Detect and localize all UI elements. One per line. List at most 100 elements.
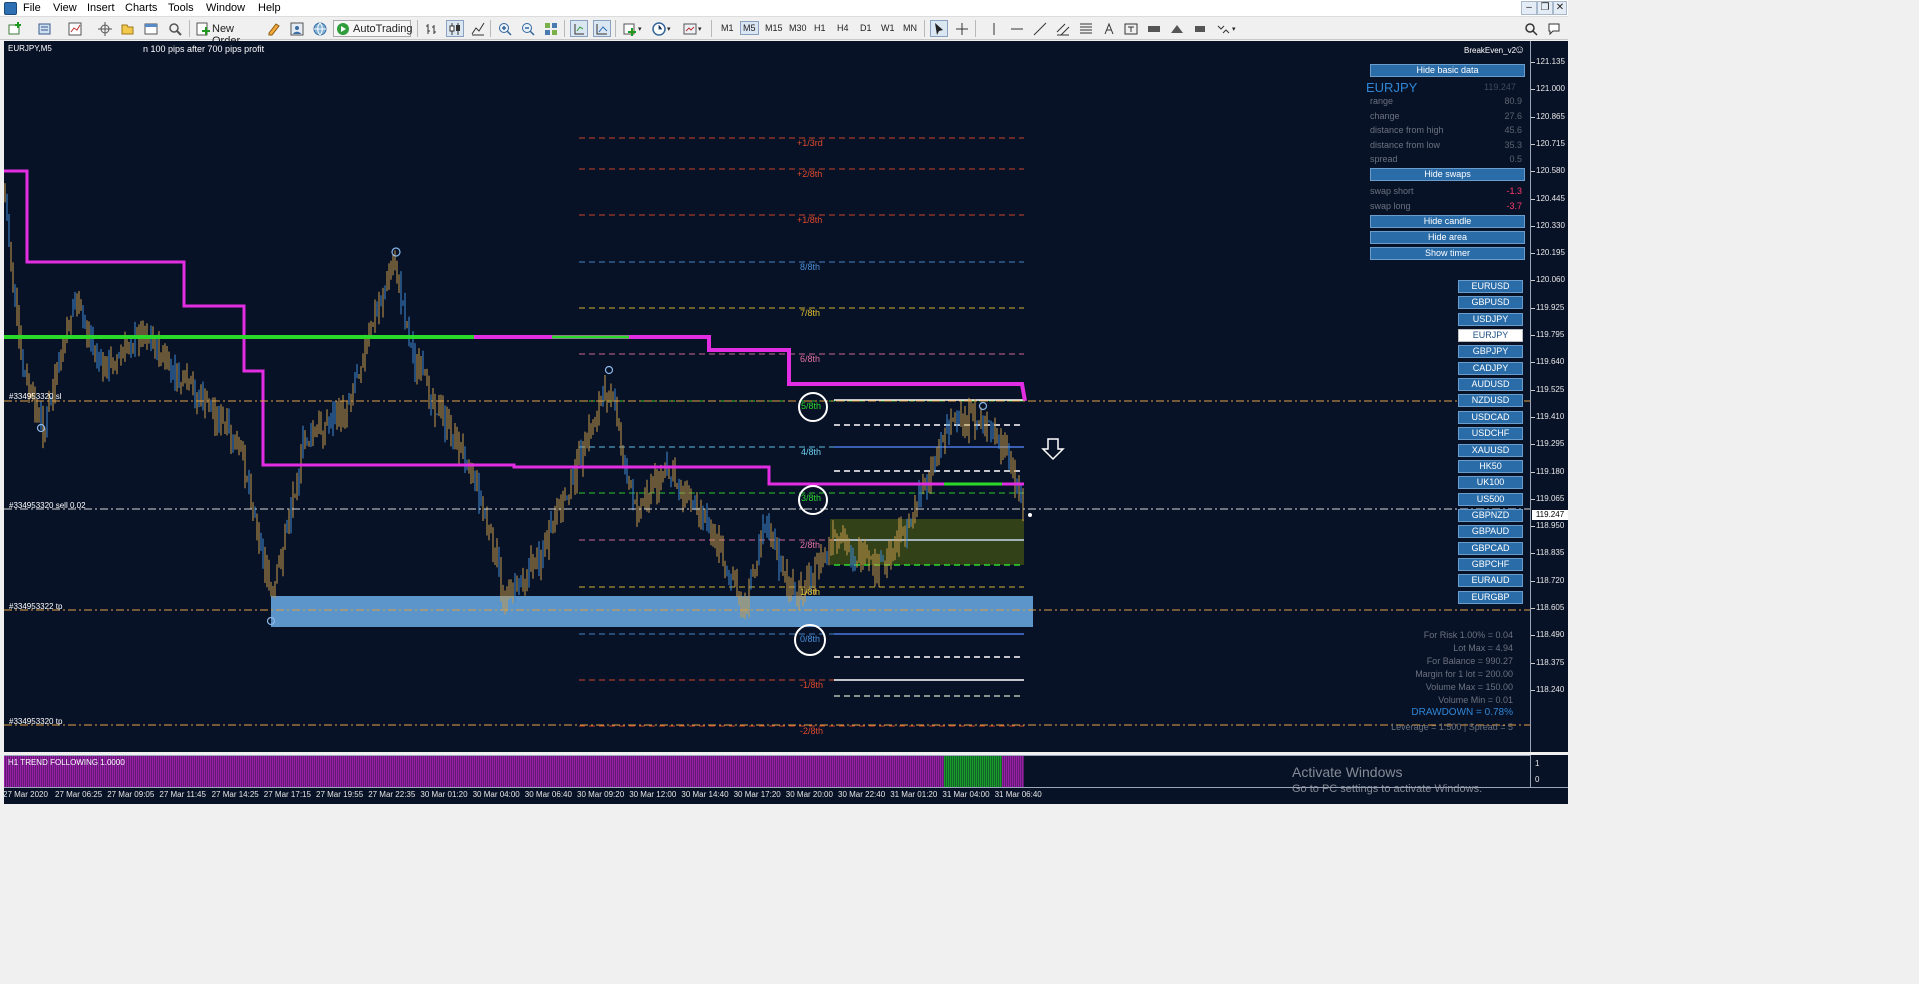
indicator-bar (964, 756, 966, 787)
autoscroll-icon[interactable] (593, 20, 611, 37)
horizontal-line-icon[interactable] (1008, 20, 1026, 37)
text-label-icon[interactable] (1122, 20, 1140, 37)
indicator-bar (998, 756, 1000, 787)
timeframe-d1[interactable]: D1 (857, 21, 875, 35)
strategy-tester-icon[interactable] (166, 20, 184, 37)
menu-help[interactable]: Help (258, 2, 281, 14)
indicator-bar (330, 756, 332, 787)
pair-button-usdjpy[interactable]: USDJPY (1458, 312, 1523, 326)
chart-shift-icon[interactable] (570, 20, 588, 37)
pair-button-xauusd[interactable]: XAUUSD (1458, 443, 1523, 457)
restore-icon[interactable]: ❐ (1537, 1, 1553, 15)
info-value: 27.6 (1504, 110, 1522, 121)
zoom-in-icon[interactable] (496, 20, 514, 37)
pair-button-usdchf[interactable]: USDCHF (1458, 427, 1523, 441)
show-timer-button[interactable]: Show timer (1370, 247, 1525, 260)
menu-file[interactable]: File (23, 2, 41, 14)
crosshair-icon[interactable] (953, 20, 971, 37)
chevron-down-icon[interactable]: ▾ (638, 25, 642, 42)
timeframe-m5[interactable]: M5 (740, 21, 759, 35)
minimize-icon[interactable]: – (1521, 1, 1537, 15)
indicator-bar (970, 756, 972, 787)
periods-icon[interactable] (650, 20, 668, 37)
search-icon[interactable] (1522, 20, 1540, 37)
pair-button-cadjpy[interactable]: CADJPY (1458, 361, 1523, 375)
rectangle-icon[interactable] (1191, 20, 1209, 37)
market-icon[interactable] (311, 20, 329, 37)
pair-button-uk100[interactable]: UK100 (1458, 476, 1523, 490)
time-label: 27 Mar 11:45 (159, 790, 206, 799)
tile-windows-icon[interactable] (542, 20, 560, 37)
chevron-down-icon[interactable]: ▾ (1232, 25, 1236, 42)
indicator-bar (376, 756, 378, 787)
arrows-icon[interactable] (1214, 20, 1232, 37)
trendline-icon[interactable] (1031, 20, 1049, 37)
risk-line: For Balance = 990.27 (1426, 656, 1513, 666)
indicator-bar (858, 756, 860, 787)
cursor-icon[interactable] (930, 20, 948, 37)
vertical-line-icon[interactable] (985, 20, 1003, 37)
zoom-out-icon[interactable] (519, 20, 537, 37)
hide-basic-data-button[interactable]: Hide basic data (1370, 64, 1525, 77)
hide-candle-button[interactable]: Hide candle (1370, 215, 1525, 228)
menu-insert[interactable]: Insert (87, 2, 115, 14)
pair-button-gbpusd[interactable]: GBPUSD (1458, 296, 1523, 310)
hide-swaps-button[interactable]: Hide swaps (1370, 168, 1525, 181)
pair-button-eurusd[interactable]: EURUSD (1458, 280, 1523, 293)
price-chart[interactable]: EURJPY,M5 n 100 pips after 700 pips prof… (4, 41, 1530, 752)
menu-tools[interactable]: Tools (168, 2, 194, 14)
text-icon[interactable] (1100, 20, 1118, 37)
indicator-bar (640, 756, 642, 787)
equidistant-channel-icon[interactable] (1054, 20, 1072, 37)
menu-charts[interactable]: Charts (125, 2, 157, 14)
timeframe-h4[interactable]: H4 (834, 21, 852, 35)
autotrading-button[interactable]: AutoTrading (333, 20, 413, 37)
hide-area-button[interactable]: Hide area (1370, 231, 1525, 244)
close-icon[interactable]: ✕ (1553, 1, 1567, 15)
indicators-icon[interactable] (621, 20, 639, 37)
pair-button-hk50[interactable]: HK50 (1458, 459, 1523, 473)
timeframe-m1[interactable]: M1 (718, 21, 737, 35)
pair-button-audusd[interactable]: AUDUSD (1458, 378, 1523, 392)
line-chart-icon[interactable] (469, 20, 487, 37)
pair-button-usdcad[interactable]: USDCAD (1458, 410, 1523, 424)
arrow-label-icon[interactable] (1145, 20, 1163, 37)
pair-button-eurjpy[interactable]: EURJPY (1458, 329, 1523, 343)
pair-button-gbpaud[interactable]: GBPAUD (1458, 525, 1523, 539)
templates-icon[interactable] (681, 20, 699, 37)
fibonacci-icon[interactable] (1077, 20, 1095, 37)
pair-button-gbpcad[interactable]: GBPCAD (1458, 541, 1523, 555)
bar-chart-icon[interactable] (423, 20, 441, 37)
pair-button-us500[interactable]: US500 (1458, 492, 1523, 506)
profiles-icon[interactable] (36, 20, 54, 37)
chat-icon[interactable] (1545, 20, 1563, 37)
timeframe-m30[interactable]: M30 (786, 21, 810, 35)
pair-button-eurgbp[interactable]: EURGBP (1458, 590, 1523, 604)
timeframe-mn[interactable]: MN (900, 21, 920, 35)
timeframe-w1[interactable]: W1 (878, 21, 898, 35)
chevron-down-icon[interactable]: ▾ (698, 25, 702, 42)
pair-button-nzdusd[interactable]: NZDUSD (1458, 394, 1523, 408)
candlestick-icon[interactable] (446, 20, 464, 37)
timeframe-h1[interactable]: H1 (811, 21, 829, 35)
chevron-down-icon[interactable]: ▾ (667, 25, 671, 42)
triangle-icon[interactable] (1168, 20, 1186, 37)
indicator-bar (678, 756, 680, 787)
market-watch-icon[interactable] (66, 20, 84, 37)
pair-button-gbpjpy[interactable]: GBPJPY (1458, 345, 1523, 359)
pair-button-euraud[interactable]: EURAUD (1458, 574, 1523, 588)
new-order-button[interactable]: New Order (194, 20, 260, 47)
pair-button-gbpchf[interactable]: GBPCHF (1458, 557, 1523, 571)
new-chart-icon[interactable] (6, 20, 24, 37)
order-tag-sl: #334953320 sl (9, 392, 62, 401)
pair-button-gbpnzd[interactable]: GBPNZD (1458, 508, 1523, 522)
price-axis[interactable]: 121.135 121.000 120.865 120.715 120.580 120.4… (1530, 41, 1568, 752)
navigator-icon[interactable] (118, 20, 136, 37)
terminal-icon[interactable] (142, 20, 160, 37)
crosshair-tool-icon[interactable] (96, 20, 114, 37)
menu-window[interactable]: Window (206, 2, 245, 14)
metaeditor-icon[interactable] (265, 20, 283, 37)
timeframe-m15[interactable]: M15 (762, 21, 786, 35)
signals-icon[interactable] (288, 20, 306, 37)
menu-view[interactable]: View (53, 2, 77, 14)
